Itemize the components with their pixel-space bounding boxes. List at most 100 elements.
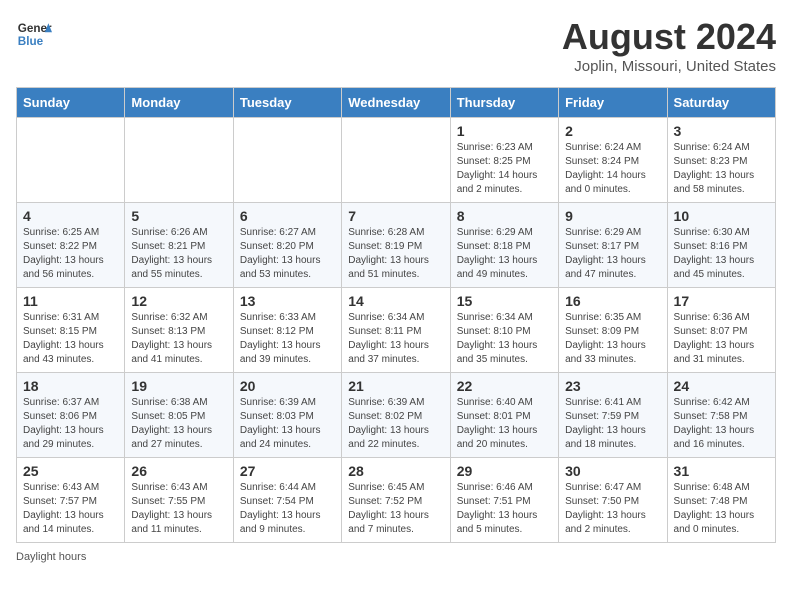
calendar-cell bbox=[233, 118, 341, 203]
day-info: Sunrise: 6:43 AM Sunset: 7:57 PM Dayligh… bbox=[23, 481, 118, 537]
day-info: Sunrise: 6:48 AM Sunset: 7:48 PM Dayligh… bbox=[674, 481, 769, 537]
day-info: Sunrise: 6:44 AM Sunset: 7:54 PM Dayligh… bbox=[240, 481, 335, 537]
calendar-cell: 26 Sunrise: 6:43 AM Sunset: 7:55 PM Dayli… bbox=[125, 458, 233, 543]
calendar-cell: 11Sunrise: 6:31 AM Sunset: 8:15 PM Dayli… bbox=[17, 288, 125, 373]
title-block: August 2024 Joplin, Missouri, United Sta… bbox=[562, 16, 776, 75]
calendar-cell: 15 Sunrise: 6:34 AM Sunset: 8:10 PM Dayli… bbox=[450, 288, 558, 373]
footer-note: Daylight hours bbox=[16, 551, 776, 563]
day-number: 16 bbox=[565, 293, 660, 309]
calendar-cell: 30 Sunrise: 6:47 AM Sunset: 7:50 PM Dayli… bbox=[559, 458, 667, 543]
day-info: Sunrise: 6:33 AM Sunset: 8:12 PM Dayligh… bbox=[240, 311, 335, 367]
day-info: Sunrise: 6:27 AM Sunset: 8:20 PM Dayligh… bbox=[240, 226, 335, 282]
day-number: 7 bbox=[348, 208, 443, 224]
day-info: Sunrise: 6:24 AM Sunset: 8:24 PM Dayligh… bbox=[565, 141, 660, 197]
day-number: 3 bbox=[674, 123, 769, 139]
calendar-week-row: 1 Sunrise: 6:23 AM Sunset: 8:25 PM Daylig… bbox=[17, 118, 776, 203]
day-number: 17 bbox=[674, 293, 769, 309]
day-number: 14 bbox=[348, 293, 443, 309]
day-number: 18 bbox=[23, 378, 118, 394]
calendar-cell: 5 Sunrise: 6:26 AM Sunset: 8:21 PM Daylig… bbox=[125, 203, 233, 288]
day-number: 8 bbox=[457, 208, 552, 224]
day-info: Sunrise: 6:31 AM Sunset: 8:15 PM Dayligh… bbox=[23, 311, 118, 367]
calendar-cell: 29Sunrise: 6:46 AM Sunset: 7:51 PM Dayli… bbox=[450, 458, 558, 543]
calendar-cell: 7 Sunrise: 6:28 AM Sunset: 8:19 PM Daylig… bbox=[342, 203, 450, 288]
location: Joplin, Missouri, United States bbox=[562, 58, 776, 75]
day-info: Sunrise: 6:26 AM Sunset: 8:21 PM Dayligh… bbox=[131, 226, 226, 282]
day-number: 1 bbox=[457, 123, 552, 139]
day-info: Sunrise: 6:38 AM Sunset: 8:05 PM Dayligh… bbox=[131, 396, 226, 452]
day-info: Sunrise: 6:36 AM Sunset: 8:07 PM Dayligh… bbox=[674, 311, 769, 367]
calendar-cell: 16 Sunrise: 6:35 AM Sunset: 8:09 PM Dayli… bbox=[559, 288, 667, 373]
calendar-week-row: 25Sunrise: 6:43 AM Sunset: 7:57 PM Dayli… bbox=[17, 458, 776, 543]
day-number: 12 bbox=[131, 293, 226, 309]
calendar-day-header: Saturday bbox=[667, 88, 775, 118]
calendar-cell: 19Sunrise: 6:38 AM Sunset: 8:05 PM Dayli… bbox=[125, 373, 233, 458]
day-info: Sunrise: 6:24 AM Sunset: 8:23 PM Dayligh… bbox=[674, 141, 769, 197]
day-number: 30 bbox=[565, 463, 660, 479]
calendar-cell: 3 Sunrise: 6:24 AM Sunset: 8:23 PM Daylig… bbox=[667, 118, 775, 203]
calendar-cell: 8 Sunrise: 6:29 AM Sunset: 8:18 PM Daylig… bbox=[450, 203, 558, 288]
calendar-cell: 22 Sunrise: 6:40 AM Sunset: 8:01 PM Dayli… bbox=[450, 373, 558, 458]
calendar-day-header: Tuesday bbox=[233, 88, 341, 118]
day-info: Sunrise: 6:46 AM Sunset: 7:51 PM Dayligh… bbox=[457, 481, 552, 537]
day-number: 5 bbox=[131, 208, 226, 224]
day-info: Sunrise: 6:34 AM Sunset: 8:11 PM Dayligh… bbox=[348, 311, 443, 367]
day-info: Sunrise: 6:43 AM Sunset: 7:55 PM Dayligh… bbox=[131, 481, 226, 537]
day-info: Sunrise: 6:39 AM Sunset: 8:03 PM Dayligh… bbox=[240, 396, 335, 452]
day-info: Sunrise: 6:40 AM Sunset: 8:01 PM Dayligh… bbox=[457, 396, 552, 452]
calendar-cell: 9Sunrise: 6:29 AM Sunset: 8:17 PM Daylig… bbox=[559, 203, 667, 288]
day-info: Sunrise: 6:47 AM Sunset: 7:50 PM Dayligh… bbox=[565, 481, 660, 537]
calendar-week-row: 18Sunrise: 6:37 AM Sunset: 8:06 PM Dayli… bbox=[17, 373, 776, 458]
calendar-cell: 14 Sunrise: 6:34 AM Sunset: 8:11 PM Dayli… bbox=[342, 288, 450, 373]
calendar-cell: 17 Sunrise: 6:36 AM Sunset: 8:07 PM Dayli… bbox=[667, 288, 775, 373]
day-number: 21 bbox=[348, 378, 443, 394]
day-info: Sunrise: 6:34 AM Sunset: 8:10 PM Dayligh… bbox=[457, 311, 552, 367]
month-title: August 2024 bbox=[562, 16, 776, 58]
calendar-cell: 2Sunrise: 6:24 AM Sunset: 8:24 PM Daylig… bbox=[559, 118, 667, 203]
calendar-week-row: 4 Sunrise: 6:25 AM Sunset: 8:22 PM Daylig… bbox=[17, 203, 776, 288]
day-number: 26 bbox=[131, 463, 226, 479]
calendar-cell: 25Sunrise: 6:43 AM Sunset: 7:57 PM Dayli… bbox=[17, 458, 125, 543]
calendar-cell bbox=[17, 118, 125, 203]
calendar-day-header: Thursday bbox=[450, 88, 558, 118]
day-info: Sunrise: 6:23 AM Sunset: 8:25 PM Dayligh… bbox=[457, 141, 552, 197]
calendar-header-row: SundayMondayTuesdayWednesdayThursdayFrid… bbox=[17, 88, 776, 118]
svg-text:Blue: Blue bbox=[18, 35, 44, 48]
calendar-cell: 23Sunrise: 6:41 AM Sunset: 7:59 PM Dayli… bbox=[559, 373, 667, 458]
calendar-day-header: Monday bbox=[125, 88, 233, 118]
calendar-cell: 21Sunrise: 6:39 AM Sunset: 8:02 PM Dayli… bbox=[342, 373, 450, 458]
calendar-cell bbox=[125, 118, 233, 203]
day-number: 6 bbox=[240, 208, 335, 224]
calendar-day-header: Friday bbox=[559, 88, 667, 118]
calendar-cell: 24Sunrise: 6:42 AM Sunset: 7:58 PM Dayli… bbox=[667, 373, 775, 458]
calendar-cell: 13 Sunrise: 6:33 AM Sunset: 8:12 PM Dayli… bbox=[233, 288, 341, 373]
page-header: General Blue General Blue August 2024 Jo… bbox=[16, 16, 776, 75]
day-number: 24 bbox=[674, 378, 769, 394]
day-number: 28 bbox=[348, 463, 443, 479]
day-info: Sunrise: 6:29 AM Sunset: 8:18 PM Dayligh… bbox=[457, 226, 552, 282]
day-number: 15 bbox=[457, 293, 552, 309]
calendar-cell: 1 Sunrise: 6:23 AM Sunset: 8:25 PM Daylig… bbox=[450, 118, 558, 203]
calendar-cell: 4 Sunrise: 6:25 AM Sunset: 8:22 PM Daylig… bbox=[17, 203, 125, 288]
calendar-cell: 28Sunrise: 6:45 AM Sunset: 7:52 PM Dayli… bbox=[342, 458, 450, 543]
day-info: Sunrise: 6:25 AM Sunset: 8:22 PM Dayligh… bbox=[23, 226, 118, 282]
calendar-cell: 20 Sunrise: 6:39 AM Sunset: 8:03 PM Dayli… bbox=[233, 373, 341, 458]
calendar-day-header: Wednesday bbox=[342, 88, 450, 118]
day-number: 10 bbox=[674, 208, 769, 224]
calendar-week-row: 11Sunrise: 6:31 AM Sunset: 8:15 PM Dayli… bbox=[17, 288, 776, 373]
calendar-cell: 18Sunrise: 6:37 AM Sunset: 8:06 PM Dayli… bbox=[17, 373, 125, 458]
day-number: 27 bbox=[240, 463, 335, 479]
day-info: Sunrise: 6:35 AM Sunset: 8:09 PM Dayligh… bbox=[565, 311, 660, 367]
day-number: 4 bbox=[23, 208, 118, 224]
day-info: Sunrise: 6:30 AM Sunset: 8:16 PM Dayligh… bbox=[674, 226, 769, 282]
day-number: 23 bbox=[565, 378, 660, 394]
calendar-day-header: Sunday bbox=[17, 88, 125, 118]
day-info: Sunrise: 6:32 AM Sunset: 8:13 PM Dayligh… bbox=[131, 311, 226, 367]
calendar-cell: 12 Sunrise: 6:32 AM Sunset: 8:13 PM Dayli… bbox=[125, 288, 233, 373]
day-number: 13 bbox=[240, 293, 335, 309]
day-info: Sunrise: 6:29 AM Sunset: 8:17 PM Dayligh… bbox=[565, 226, 660, 282]
day-number: 22 bbox=[457, 378, 552, 394]
calendar-cell: 6 Sunrise: 6:27 AM Sunset: 8:20 PM Daylig… bbox=[233, 203, 341, 288]
day-info: Sunrise: 6:28 AM Sunset: 8:19 PM Dayligh… bbox=[348, 226, 443, 282]
day-number: 20 bbox=[240, 378, 335, 394]
